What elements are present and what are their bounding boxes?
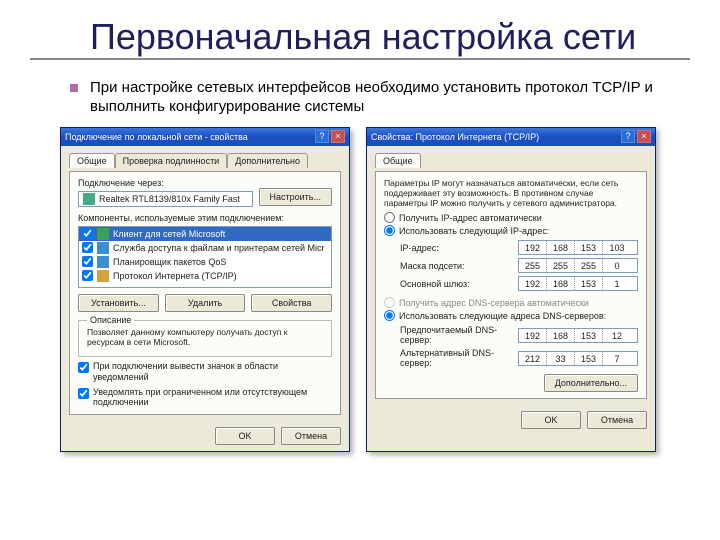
notify-limited-label: Уведомлять при ограниченном или отсутств… — [93, 387, 332, 409]
octet[interactable]: 168 — [547, 277, 575, 290]
slide-title: Первоначальная настройка сети — [30, 18, 690, 60]
octet[interactable]: 192 — [519, 277, 547, 290]
tab-general[interactable]: Общие — [375, 153, 421, 168]
radio-auto-ip[interactable] — [384, 212, 395, 223]
window-title: Подключение по локальной сети - свойства — [65, 132, 313, 142]
advanced-button[interactable]: Дополнительно... — [544, 374, 638, 392]
octet[interactable]: 153 — [575, 277, 603, 290]
item-checkbox[interactable] — [82, 256, 93, 267]
remove-button[interactable]: Удалить — [165, 294, 246, 312]
radio-manual-ip[interactable] — [384, 225, 395, 236]
radio-manual-dns-label: Использовать следующие адреса DNS-сервер… — [399, 311, 606, 321]
cancel-button[interactable]: Отмена — [587, 411, 647, 429]
tray-icon-checkbox[interactable] — [78, 362, 89, 373]
tab-advanced[interactable]: Дополнительно — [227, 153, 308, 168]
bullet-text: При настройке сетевых интерфейсов необхо… — [90, 78, 690, 117]
octet[interactable]: 153 — [575, 352, 603, 365]
tab-general[interactable]: Общие — [69, 153, 115, 168]
close-button[interactable]: × — [331, 130, 345, 143]
adapter-name: Realtek RTL8139/810x Family Fast — [99, 194, 250, 204]
client-icon — [97, 228, 109, 240]
octet[interactable]: 0 — [603, 259, 631, 272]
install-button[interactable]: Установить... — [78, 294, 159, 312]
radio-manual-dns[interactable] — [384, 310, 395, 321]
octet[interactable]: 12 — [603, 329, 631, 342]
item-label: Клиент для сетей Microsoft — [113, 229, 225, 239]
ip-label: IP-адрес: — [400, 243, 510, 253]
service-icon — [97, 256, 109, 268]
connect-via-label: Подключение через: — [78, 178, 332, 188]
window-title: Свойства: Протокол Интернета (TCP/IP) — [371, 132, 619, 142]
tab-auth[interactable]: Проверка подлинности — [115, 153, 228, 168]
ok-button[interactable]: OK — [521, 411, 581, 429]
window-lan-properties: Подключение по локальной сети - свойства… — [60, 127, 350, 452]
tray-icon-label: При подключении вывести значок в области… — [93, 361, 332, 383]
dns1-input[interactable]: 192 168 153 12 — [518, 328, 638, 343]
octet[interactable]: 192 — [519, 241, 547, 254]
radio-manual-ip-label: Использовать следующий IP-адрес: — [399, 226, 549, 236]
octet[interactable]: 7 — [603, 352, 631, 365]
octet[interactable]: 153 — [575, 241, 603, 254]
components-list[interactable]: Клиент для сетей Microsoft Служба доступ… — [78, 226, 332, 288]
help-button[interactable]: ? — [315, 130, 329, 143]
octet[interactable]: 103 — [603, 241, 631, 254]
description-caption: Описание — [87, 315, 134, 325]
ip-input[interactable]: 192 168 153 103 — [518, 240, 638, 255]
octet[interactable]: 212 — [519, 352, 547, 365]
service-icon — [97, 242, 109, 254]
item-label: Служба доступа к файлам и принтерам сете… — [113, 243, 325, 253]
description-text: Позволяет данному компьютеру получать до… — [87, 327, 323, 348]
list-item[interactable]: Клиент для сетей Microsoft — [79, 227, 331, 241]
radio-auto-dns-label: Получить адрес DNS-сервера автоматически — [399, 298, 589, 308]
configure-button[interactable]: Настроить... — [259, 188, 332, 206]
ok-button[interactable]: OK — [215, 427, 275, 445]
nic-icon — [83, 193, 95, 205]
cancel-button[interactable]: Отмена — [281, 427, 341, 445]
dns2-input[interactable]: 212 33 153 7 — [518, 351, 638, 366]
list-item[interactable]: Планировщик пакетов QoS — [79, 255, 331, 269]
octet[interactable]: 255 — [547, 259, 575, 272]
octet[interactable]: 192 — [519, 329, 547, 342]
close-button[interactable]: × — [637, 130, 651, 143]
item-label: Планировщик пакетов QoS — [113, 257, 226, 267]
notify-limited-checkbox[interactable] — [78, 388, 89, 399]
dns1-label: Предпочитаемый DNS-сервер: — [400, 325, 510, 345]
radio-auto-dns — [384, 297, 395, 308]
components-label: Компоненты, используемые этим подключени… — [78, 213, 332, 223]
tcpip-note: Параметры IP могут назначаться автоматич… — [384, 178, 638, 209]
octet[interactable]: 255 — [519, 259, 547, 272]
radio-auto-ip-label: Получить IP-адрес автоматически — [399, 213, 542, 223]
list-item[interactable]: Протокол Интернета (TCP/IP) — [79, 269, 331, 283]
help-button[interactable]: ? — [621, 130, 635, 143]
protocol-icon — [97, 270, 109, 282]
bullet-icon — [70, 84, 78, 92]
octet[interactable]: 33 — [547, 352, 575, 365]
octet[interactable]: 168 — [547, 241, 575, 254]
octet[interactable]: 255 — [575, 259, 603, 272]
item-checkbox[interactable] — [82, 242, 93, 253]
octet[interactable]: 1 — [603, 277, 631, 290]
mask-label: Маска подсети: — [400, 261, 510, 271]
octet[interactable]: 168 — [547, 329, 575, 342]
list-item[interactable]: Служба доступа к файлам и принтерам сете… — [79, 241, 331, 255]
window-tcpip-properties: Свойства: Протокол Интернета (TCP/IP) ? … — [366, 127, 656, 452]
dns2-label: Альтернативный DNS-сервер: — [400, 348, 510, 368]
properties-button[interactable]: Свойства — [251, 294, 332, 312]
mask-input[interactable]: 255 255 255 0 — [518, 258, 638, 273]
item-checkbox[interactable] — [82, 270, 93, 281]
octet[interactable]: 153 — [575, 329, 603, 342]
gateway-input[interactable]: 192 168 153 1 — [518, 276, 638, 291]
item-label: Протокол Интернета (TCP/IP) — [113, 271, 237, 281]
gateway-label: Основной шлюз: — [400, 279, 510, 289]
item-checkbox[interactable] — [82, 228, 93, 239]
